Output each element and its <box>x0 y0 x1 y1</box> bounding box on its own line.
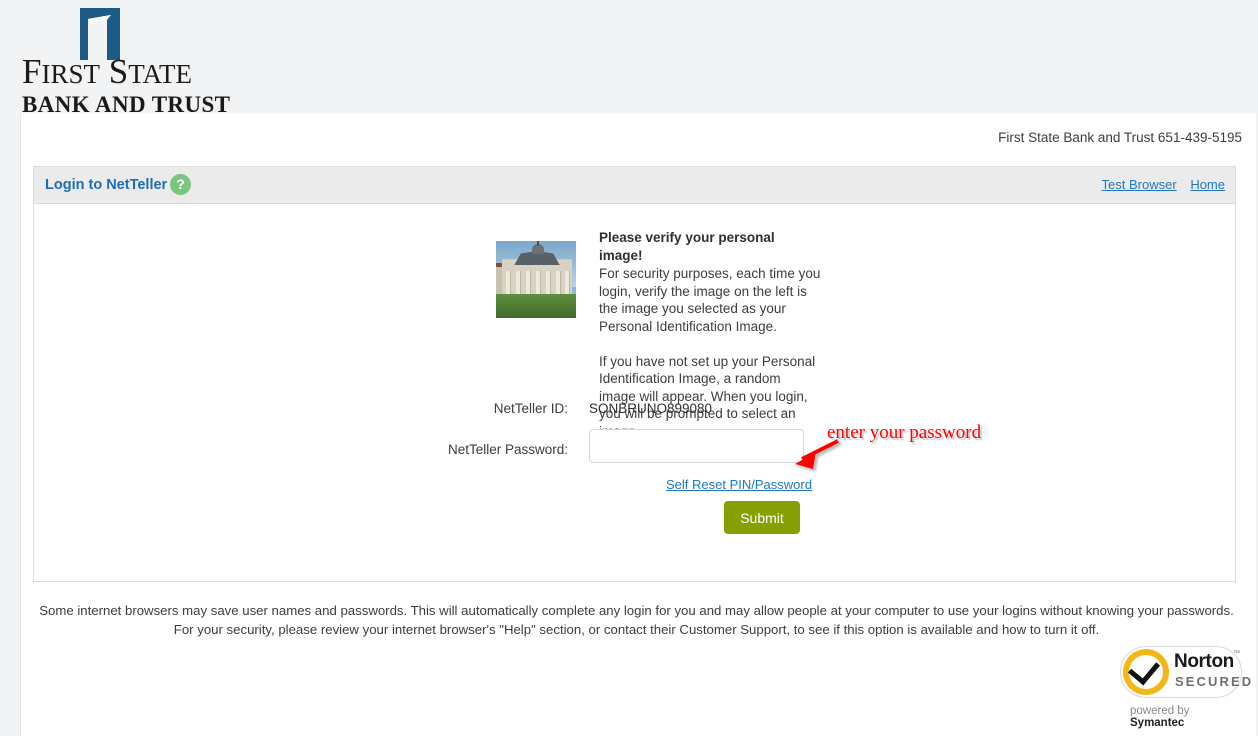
contact-info: First State Bank and Trust 651-439-5195 <box>998 130 1242 145</box>
norton-symantec-text: Symantec <box>1130 717 1185 729</box>
personal-identification-image <box>496 241 576 318</box>
norton-secured-text: SECURED <box>1175 674 1254 689</box>
verify-paragraph-1: For security purposes, each time you log… <box>599 266 821 334</box>
browser-password-disclaimer: Some internet browsers may save user nam… <box>39 603 1234 637</box>
page-content-card: First State Bank and Trust 651-439-5195 … <box>20 113 1256 736</box>
page-title: Login to NetTeller <box>45 177 168 193</box>
self-reset-link[interactable]: Self Reset PIN/Password <box>666 477 812 492</box>
help-icon[interactable]: ? <box>170 174 191 195</box>
norton-check-circle-icon <box>1123 649 1169 695</box>
submit-button[interactable]: Submit <box>724 501 800 534</box>
verify-heading: Please verify your personal image! <box>599 230 775 263</box>
netteller-id-label: NetTeller ID: <box>493 401 568 416</box>
norton-brand-text: Norton <box>1174 651 1234 672</box>
brand-tate: TATE <box>128 59 193 89</box>
image-lawn <box>496 294 576 318</box>
panel-links: Test Browser Home <box>1092 177 1225 192</box>
brand-s: S <box>108 52 129 91</box>
login-panel-header: Login to NetTeller ? Test Browser Home <box>34 167 1235 204</box>
norton-trademark: ™ <box>1233 650 1240 657</box>
brand-wordmark: FIRST STATE BANK AND TRUST <box>22 54 254 116</box>
test-browser-link[interactable]: Test Browser <box>1102 177 1177 192</box>
image-spire <box>537 241 539 246</box>
norton-secured-badge: Norton ™ SECURED powered by Symantec <box>1096 646 1251 729</box>
brand-irst: IRST <box>41 59 100 89</box>
norton-powered-by: powered by Symantec <box>1130 705 1241 729</box>
norton-powered-prefix: powered by <box>1130 705 1190 717</box>
brand-header: FIRST STATE BANK AND TRUST <box>0 0 1258 116</box>
netteller-id-value: SONBRUNO899080 <box>589 401 713 416</box>
netteller-password-input[interactable] <box>589 429 804 463</box>
home-link[interactable]: Home <box>1190 177 1225 192</box>
login-panel: Login to NetTeller ? Test Browser Home P… <box>33 166 1236 582</box>
verify-paragraph-2: If you have not set up your Personal Ide… <box>599 353 816 439</box>
netteller-password-label: NetTeller Password: <box>447 442 568 457</box>
bank-logo: FIRST STATE BANK AND TRUST <box>22 6 252 116</box>
brand-name-line1: FIRST STATE <box>22 54 254 89</box>
brand-f: F <box>22 52 42 91</box>
